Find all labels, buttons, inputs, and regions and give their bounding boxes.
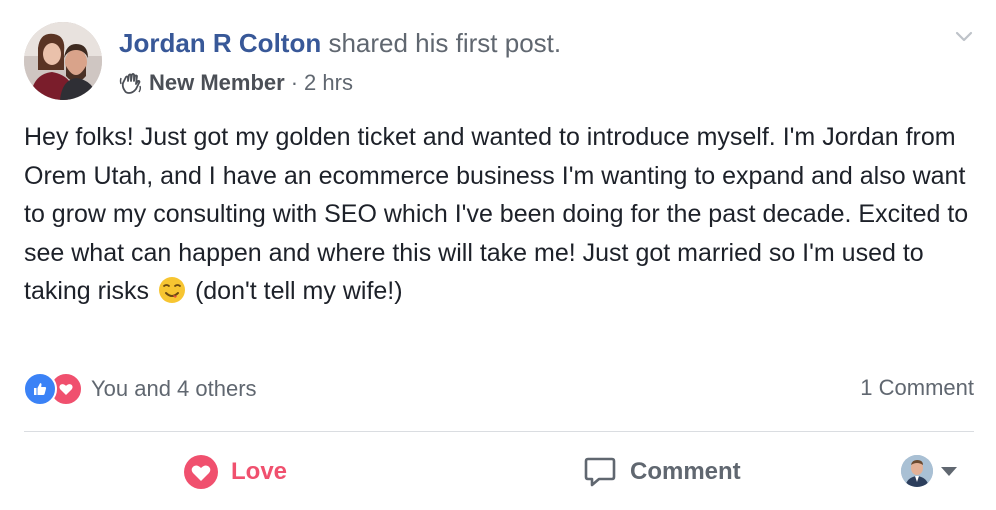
post-body: Hey folks! Just got my golden ticket and… bbox=[24, 118, 974, 311]
member-badge[interactable]: New Member bbox=[149, 68, 285, 98]
smirking-face-emoji bbox=[158, 276, 186, 304]
meta-separator: · bbox=[290, 70, 299, 95]
author-avatar[interactable] bbox=[24, 22, 102, 100]
post-header: Jordan R Colton shared his first post. bbox=[119, 26, 561, 60]
waving-hand-icon bbox=[119, 71, 143, 95]
reactions-summary[interactable]: You and 4 others bbox=[23, 372, 257, 406]
post-body-text-tail: (don't tell my wife!) bbox=[194, 277, 403, 306]
react-as-selector[interactable] bbox=[901, 455, 957, 487]
viewer-avatar bbox=[901, 455, 933, 487]
comment-button-label: Comment bbox=[630, 458, 741, 485]
caret-down-icon bbox=[941, 466, 957, 476]
comment-count[interactable]: 1 Comment bbox=[860, 375, 974, 401]
divider bbox=[24, 431, 974, 432]
post-meta: New Member · 2 hrs bbox=[119, 68, 353, 98]
feed-post: Jordan R Colton shared his first post. N… bbox=[0, 0, 996, 510]
love-button-label: Love bbox=[231, 458, 288, 485]
comment-bubble-icon bbox=[582, 454, 618, 490]
author-name[interactable]: Jordan R Colton bbox=[119, 28, 321, 58]
reactions-summary-text[interactable]: You and 4 others bbox=[91, 376, 257, 402]
love-button[interactable]: Love bbox=[183, 448, 287, 496]
chevron-down-icon[interactable] bbox=[952, 24, 976, 48]
heart-icon bbox=[183, 454, 219, 490]
post-timestamp[interactable]: 2 hrs bbox=[304, 68, 353, 98]
post-action-text: shared his first post. bbox=[328, 28, 562, 58]
like-icon bbox=[23, 372, 57, 406]
comment-button[interactable]: Comment bbox=[582, 448, 741, 496]
